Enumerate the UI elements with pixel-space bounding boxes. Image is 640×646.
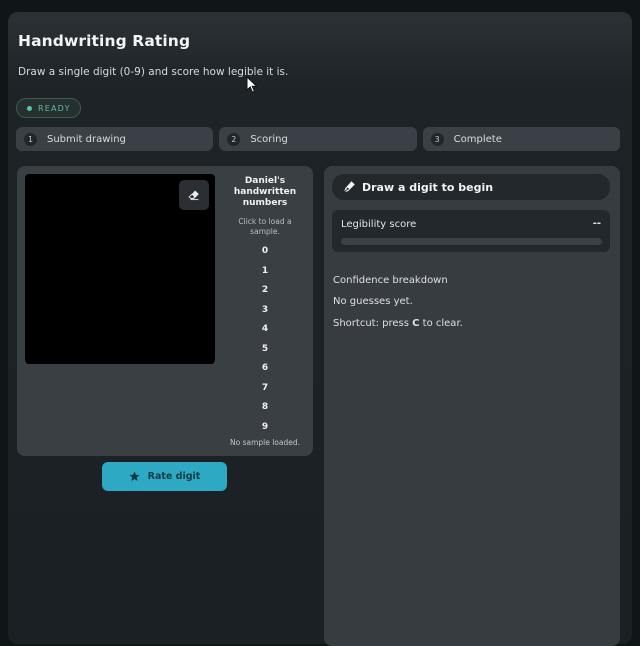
- drawing-canvas[interactable]: [25, 174, 215, 364]
- sample-digit-9[interactable]: 9: [225, 418, 305, 438]
- sample-digit-list: 0 1 2 3 4 5 6 7 8 9: [225, 242, 305, 437]
- app-window: Handwriting Rating Draw a single digit (…: [8, 12, 632, 646]
- step-number: 1: [24, 132, 37, 146]
- score-progress-bar: [341, 238, 602, 245]
- step-complete: 3 Complete: [422, 127, 620, 151]
- step-label: Scoring: [250, 133, 288, 145]
- star-icon: [129, 471, 140, 481]
- shortcut-prefix: Shortcut: press: [333, 318, 413, 329]
- rate-digit-button[interactable]: Rate digit: [102, 462, 227, 491]
- results-panel: Draw a digit to begin Legibility score -…: [324, 166, 620, 646]
- progress-steps: 1 Submit drawing 2 Scoring 3 Complete: [16, 127, 620, 151]
- step-number: 3: [430, 132, 444, 146]
- clear-canvas-button[interactable]: [179, 180, 209, 210]
- confidence-breakdown-label: Confidence breakdown: [333, 275, 448, 286]
- step-number: 2: [227, 132, 241, 146]
- sample-digit-7[interactable]: 7: [225, 379, 305, 399]
- guesses-text: No guesses yet.: [333, 296, 413, 307]
- shortcut-hint: Shortcut: press C to clear.: [333, 318, 463, 329]
- samples-title: Daniel's handwritten numbers: [233, 176, 297, 208]
- drawing-panel: Daniel's handwritten numbers Click to lo…: [17, 166, 313, 456]
- sample-status: No sample loaded.: [229, 438, 301, 447]
- sample-digits-panel: Daniel's handwritten numbers Click to lo…: [225, 176, 305, 447]
- shortcut-suffix: to clear.: [419, 318, 463, 329]
- sample-digit-2[interactable]: 2: [225, 281, 305, 301]
- sample-digit-0[interactable]: 0: [225, 242, 305, 262]
- step-scoring: 2 Scoring: [219, 127, 417, 151]
- sample-digit-8[interactable]: 8: [225, 398, 305, 418]
- score-value: --: [592, 218, 601, 229]
- sample-digit-5[interactable]: 5: [225, 340, 305, 360]
- sample-digit-3[interactable]: 3: [225, 301, 305, 321]
- score-label: Legibility score: [341, 219, 417, 230]
- step-submit-drawing: 1 Submit drawing: [16, 127, 214, 151]
- result-prompt: Draw a digit to begin: [332, 174, 610, 200]
- step-label: Submit drawing: [47, 133, 126, 145]
- sample-digit-1[interactable]: 1: [225, 262, 305, 282]
- step-label: Complete: [453, 133, 502, 145]
- rate-digit-label: Rate digit: [147, 471, 201, 482]
- sample-digit-6[interactable]: 6: [225, 359, 305, 379]
- status-badge: READY: [16, 98, 81, 118]
- mouse-pointer-icon: [246, 76, 258, 93]
- result-prompt-text: Draw a digit to begin: [362, 180, 494, 194]
- samples-hint: Click to load a sample.: [238, 217, 292, 236]
- sample-digit-4[interactable]: 4: [225, 320, 305, 340]
- status-dot-icon: [27, 105, 32, 111]
- status-badge-label: READY: [38, 103, 71, 113]
- legibility-score-card: Legibility score --: [332, 210, 610, 252]
- pen-icon: [342, 181, 355, 194]
- eraser-icon: [188, 190, 199, 201]
- page-title: Handwriting Rating: [18, 32, 191, 50]
